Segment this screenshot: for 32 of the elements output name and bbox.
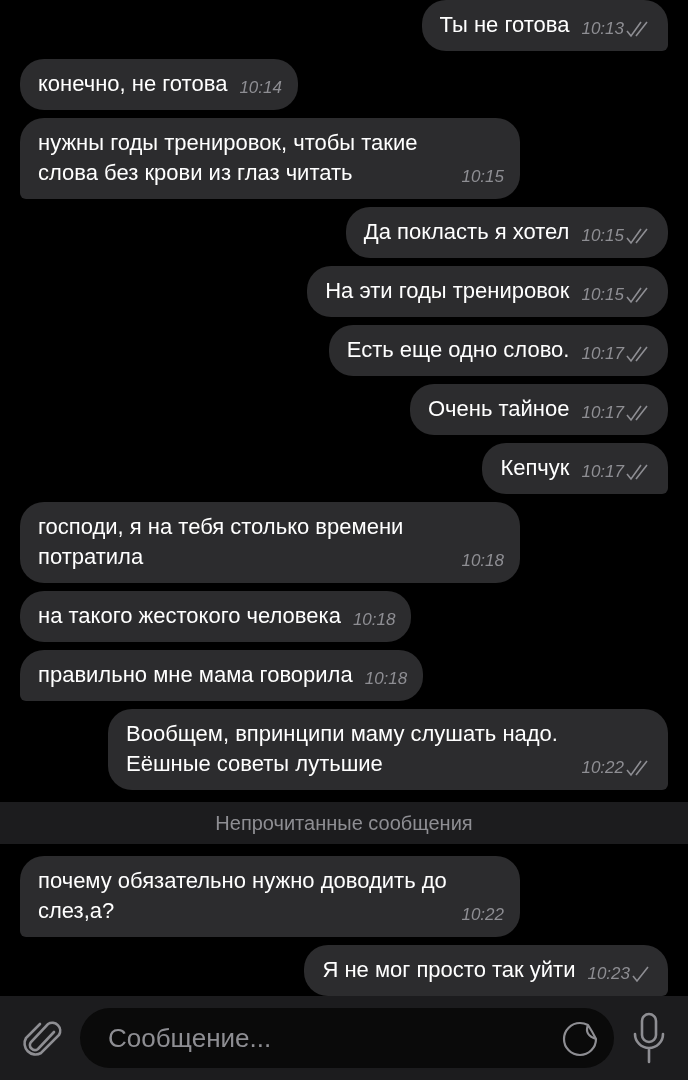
message-time: 10:18 — [352, 610, 396, 630]
message-text: Да покласть я хотел — [363, 218, 570, 246]
message-text: Очень тайное — [427, 395, 570, 423]
message-time: 10:22 — [581, 758, 624, 778]
message-text: нужны годы тренировок, чтобы такие слова без крови из глаз читать — [38, 129, 419, 187]
message-time: 10:17 — [581, 403, 624, 423]
message-time: 10:14 — [239, 78, 282, 98]
message-time: 10:23 — [587, 964, 630, 984]
message-time: 10:18 — [461, 551, 504, 571]
message-text: почему обязательно нужно доводить до слез,а? — [38, 867, 448, 925]
message-time: 10:15 — [581, 226, 624, 246]
message-time: 10:17 — [581, 462, 624, 482]
message-time: 10:17 — [581, 344, 624, 364]
message-input[interactable]: Сообщение... — [80, 1008, 614, 1068]
sticker-icon[interactable] — [562, 1019, 600, 1057]
message-text: Вообщем, впринципи маму слушать надо. Еёшные советы лутьшие — [126, 720, 559, 778]
message-text: Я не мог просто так уйти — [322, 956, 576, 984]
message-text: конечно, не готова — [38, 70, 228, 98]
message-text: на такого жестокого человека — [38, 602, 341, 630]
message-time: 10:15 — [461, 167, 504, 187]
unread-label: Непрочитанные сообщения — [215, 811, 473, 835]
message-time: 10:13 — [581, 19, 624, 39]
message-text: правильно мне мама говорила — [38, 661, 353, 689]
message-text: Ты не готова — [439, 11, 570, 39]
microphone-icon[interactable] — [632, 1012, 666, 1064]
message-text: господи, я на тебя столько времени потратила — [38, 513, 405, 571]
message-time: 10:22 — [461, 905, 504, 925]
message-text: На эти годы тренировок — [325, 277, 570, 305]
message-time: 10:15 — [581, 285, 624, 305]
message-text: Кепчук — [500, 454, 570, 482]
message-time: 10:18 — [364, 669, 408, 689]
message-text: Есть еще одно слово. — [346, 336, 570, 364]
